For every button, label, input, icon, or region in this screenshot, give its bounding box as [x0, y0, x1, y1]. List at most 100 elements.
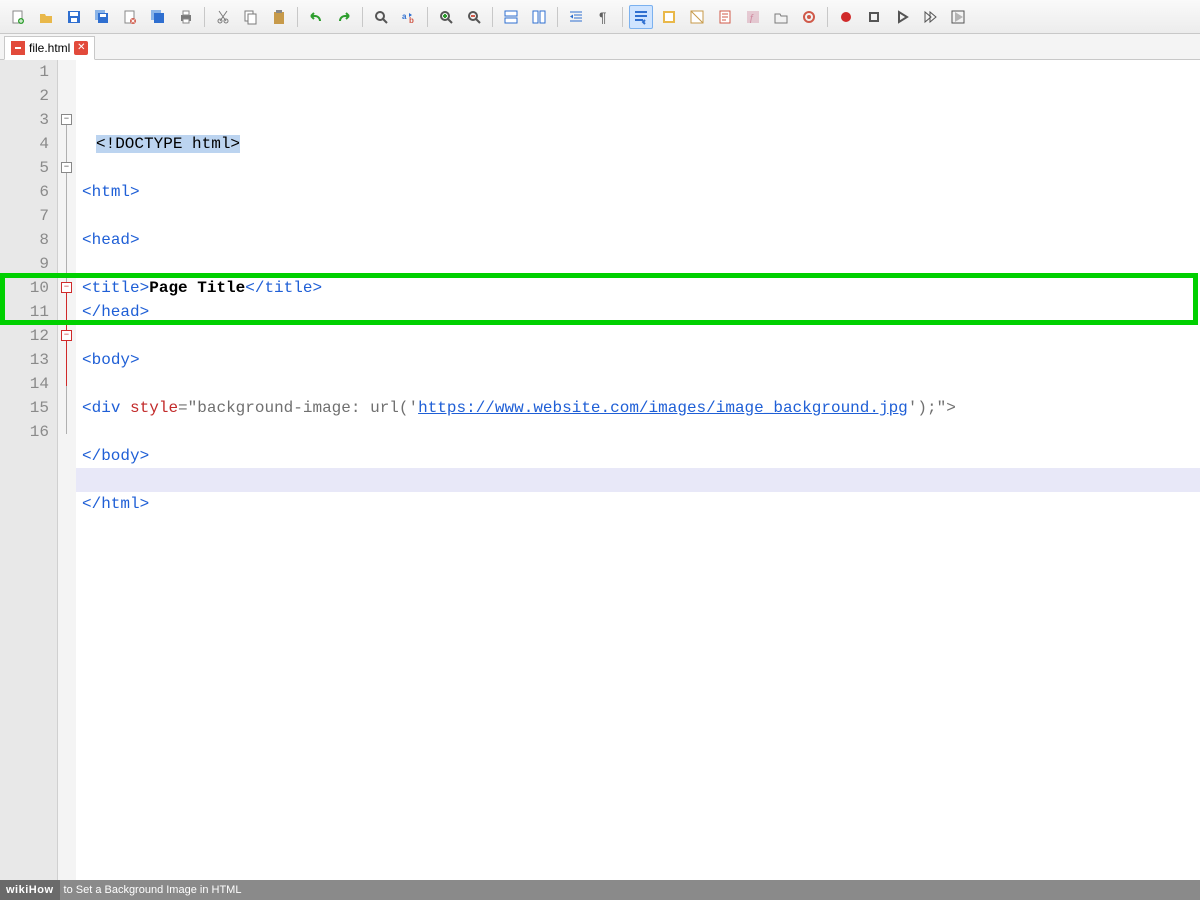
- code-line[interactable]: <title>Page Title</title>: [76, 276, 1200, 300]
- code-line[interactable]: [76, 324, 1200, 348]
- save-macro-icon: [950, 9, 966, 25]
- fold-toggle[interactable]: [61, 162, 72, 173]
- svg-text:b: b: [409, 16, 414, 25]
- copy-icon: [243, 9, 259, 25]
- copy-button[interactable]: [239, 5, 263, 29]
- code-line[interactable]: [76, 204, 1200, 228]
- close-button[interactable]: [118, 5, 142, 29]
- find-button[interactable]: [369, 5, 393, 29]
- close-tab-icon[interactable]: ✕: [74, 41, 88, 55]
- save-icon: [66, 9, 82, 25]
- code-line[interactable]: [76, 156, 1200, 180]
- toolbar-separator: [204, 7, 205, 27]
- code-line[interactable]: </body>: [76, 444, 1200, 468]
- indent-icon: [568, 9, 584, 25]
- toolbar-separator: [362, 7, 363, 27]
- func-list-icon: ƒ: [745, 9, 761, 25]
- footer-caption: to Set a Background Image in HTML: [60, 884, 242, 896]
- stop-macro-button[interactable]: [862, 5, 886, 29]
- paste-button[interactable]: [267, 5, 291, 29]
- func-list-button[interactable]: ƒ: [741, 5, 765, 29]
- line-number: 11: [0, 300, 49, 324]
- file-tab[interactable]: file.html ✕: [4, 36, 95, 60]
- indent-button[interactable]: [564, 5, 588, 29]
- toolbar-separator: [622, 7, 623, 27]
- footer-brand: wikiHow: [0, 880, 60, 900]
- record-macro-icon: [838, 9, 854, 25]
- save-all-button[interactable]: [90, 5, 114, 29]
- show-pilcrow-icon: ¶: [596, 9, 612, 25]
- zoom-out-button[interactable]: [462, 5, 486, 29]
- svg-text:ƒ: ƒ: [749, 13, 755, 24]
- code-line[interactable]: [76, 468, 1200, 492]
- play-macro-icon: [894, 9, 910, 25]
- redo-icon: [336, 9, 352, 25]
- fold-toggle[interactable]: [61, 330, 72, 341]
- code-line[interactable]: <head>: [76, 228, 1200, 252]
- show-pilcrow-button[interactable]: ¶: [592, 5, 616, 29]
- code-line[interactable]: [76, 372, 1200, 396]
- sync-v-button[interactable]: [499, 5, 523, 29]
- line-number: 9: [0, 252, 49, 276]
- play-multi-button[interactable]: [918, 5, 942, 29]
- show-all-icon: [661, 9, 677, 25]
- record-macro-button[interactable]: [834, 5, 858, 29]
- word-wrap-icon: [633, 9, 649, 25]
- code-line[interactable]: [76, 420, 1200, 444]
- line-number: 13: [0, 348, 49, 372]
- sync-v-icon: [503, 9, 519, 25]
- line-number: 2: [0, 84, 49, 108]
- toolbar-separator: [297, 7, 298, 27]
- play-macro-button[interactable]: [890, 5, 914, 29]
- code-line[interactable]: </head>: [76, 300, 1200, 324]
- line-number: 6: [0, 180, 49, 204]
- tab-bar: file.html ✕: [0, 34, 1200, 60]
- code-line[interactable]: <body>: [76, 348, 1200, 372]
- main-toolbar: ab ¶ ƒ: [0, 0, 1200, 34]
- zoom-out-icon: [466, 9, 482, 25]
- fold-toggle[interactable]: [61, 282, 72, 293]
- word-wrap-button[interactable]: [629, 5, 653, 29]
- open-file-button[interactable]: [34, 5, 58, 29]
- cut-button[interactable]: [211, 5, 235, 29]
- replace-button[interactable]: ab: [397, 5, 421, 29]
- line-number: 1: [0, 60, 49, 84]
- monitor-icon: [801, 9, 817, 25]
- code-line[interactable]: <html>: [76, 180, 1200, 204]
- tab-filename: file.html: [29, 41, 70, 55]
- line-number: 12: [0, 324, 49, 348]
- close-icon: [122, 9, 138, 25]
- svg-text:a: a: [402, 12, 407, 21]
- save-macro-button[interactable]: [946, 5, 970, 29]
- code-line[interactable]: <!DOCTYPE html>: [76, 132, 1200, 156]
- save-button[interactable]: [62, 5, 86, 29]
- zoom-in-button[interactable]: [434, 5, 458, 29]
- line-number: 4: [0, 132, 49, 156]
- new-file-button[interactable]: [6, 5, 30, 29]
- code-line[interactable]: </html>: [76, 492, 1200, 516]
- close-all-button[interactable]: [146, 5, 170, 29]
- toolbar-separator: [427, 7, 428, 27]
- line-number: 5: [0, 156, 49, 180]
- code-editor[interactable]: 12345678910111213141516 <!DOCTYPE html><…: [0, 60, 1200, 880]
- code-area[interactable]: <!DOCTYPE html> <html> <head> <title>Page T…: [76, 60, 1200, 880]
- undo-icon: [308, 9, 324, 25]
- redo-button[interactable]: [332, 5, 356, 29]
- close-all-icon: [150, 9, 166, 25]
- code-line[interactable]: <div style="background-image: url('https…: [76, 396, 1200, 420]
- undo-button[interactable]: [304, 5, 328, 29]
- print-button[interactable]: [174, 5, 198, 29]
- code-line[interactable]: [76, 252, 1200, 276]
- file-icon: [11, 41, 25, 55]
- sync-h-button[interactable]: [527, 5, 551, 29]
- sync-h-icon: [531, 9, 547, 25]
- show-all-button[interactable]: [657, 5, 681, 29]
- user-lang-button[interactable]: [685, 5, 709, 29]
- find-icon: [373, 9, 389, 25]
- play-multi-icon: [922, 9, 938, 25]
- doc-map-button[interactable]: [713, 5, 737, 29]
- fold-toggle[interactable]: [61, 114, 72, 125]
- monitor-button[interactable]: [797, 5, 821, 29]
- folder-button[interactable]: [769, 5, 793, 29]
- line-number-gutter: 12345678910111213141516: [0, 60, 58, 880]
